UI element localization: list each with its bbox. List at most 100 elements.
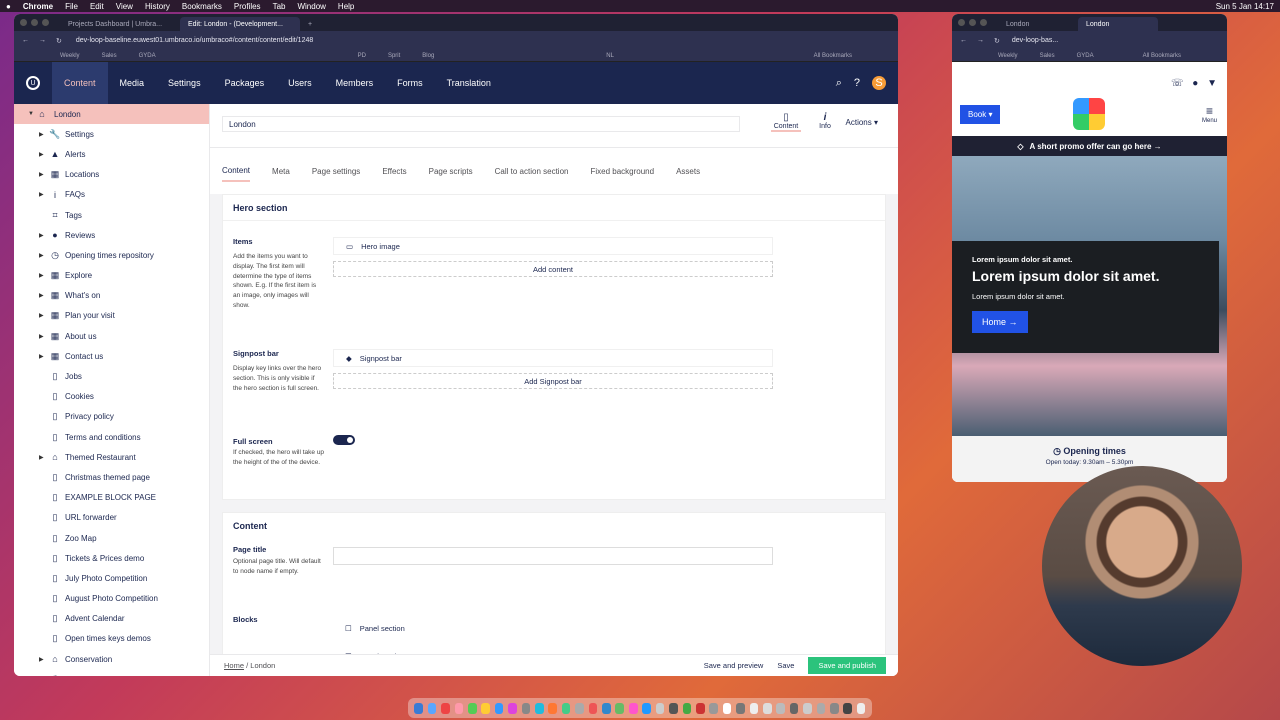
- preview-tab-1[interactable]: London: [998, 17, 1078, 31]
- tree-node-contact-us[interactable]: ▶ ▦ Contact us: [14, 346, 209, 366]
- tree-node-tags[interactable]: ⌗ Tags: [14, 205, 209, 225]
- dock-app-icon[interactable]: [615, 702, 625, 714]
- menu-file[interactable]: File: [65, 2, 78, 11]
- tree-node-tickets-prices-demo[interactable]: ▯ Tickets & Prices demo: [14, 548, 209, 568]
- search-icon[interactable]: ⌕: [836, 77, 842, 90]
- expand-arrow-icon[interactable]: ▶: [39, 252, 44, 259]
- dock-app-icon[interactable]: [602, 702, 611, 714]
- menubar-clock[interactable]: Sun 5 Jan 14:17: [1216, 2, 1274, 11]
- tree-node-example-block-page[interactable]: ▯ EXAMPLE BLOCK PAGE: [14, 488, 209, 508]
- expand-arrow-icon[interactable]: ▼: [28, 111, 34, 117]
- tree-node-jobs[interactable]: ▯ Jobs: [14, 366, 209, 386]
- hero-home-button[interactable]: Home →: [972, 311, 1028, 333]
- tree-node-august-photo-competition[interactable]: ▯ August Photo Competition: [14, 589, 209, 609]
- tree-node-themed-restaurant[interactable]: ▶ ⌂ Themed Restaurant: [14, 447, 209, 467]
- panel-section-block[interactable]: ☐ Panel section: [333, 619, 773, 637]
- dock-app-icon[interactable]: [829, 702, 839, 714]
- menu-bookmarks[interactable]: Bookmarks: [182, 2, 222, 11]
- tree-node-july-photo-competition[interactable]: ▯ July Photo Competition: [14, 568, 209, 588]
- expand-arrow-icon[interactable]: ▶: [39, 191, 44, 198]
- tree-node-what-s-on[interactable]: ▶ ▦ What's on: [14, 286, 209, 306]
- tree-node-terms-and-conditions[interactable]: ▯ Terms and conditions: [14, 427, 209, 447]
- preview-tab-2[interactable]: London: [1078, 17, 1158, 31]
- tree-node-alerts[interactable]: ▶ ▲ Alerts: [14, 144, 209, 164]
- dock-app-icon[interactable]: [468, 702, 477, 714]
- dock-app-icon[interactable]: [414, 702, 424, 714]
- bookmark-all[interactable]: All Bookmarks: [814, 53, 852, 59]
- tree-node-reviews[interactable]: ▶ ● Reviews: [14, 225, 209, 245]
- tree-node-url-forwarder[interactable]: ▯ URL forwarder: [14, 508, 209, 528]
- preview-url-field[interactable]: dev-loop-bas...: [1012, 37, 1058, 44]
- forward-icon[interactable]: →: [977, 37, 984, 44]
- expand-arrow-icon[interactable]: ▶: [39, 333, 44, 340]
- phone-icon[interactable]: ☏: [1171, 78, 1184, 89]
- tree-node-settings[interactable]: ▶ 🔧 Settings: [14, 124, 209, 144]
- section-media[interactable]: Media: [108, 62, 157, 104]
- bookmark-sales[interactable]: Sales: [102, 53, 117, 59]
- tree-node-privacy-policy[interactable]: ▯ Privacy policy: [14, 407, 209, 427]
- dock-app-icon[interactable]: [776, 702, 785, 714]
- section-settings[interactable]: Settings: [156, 62, 213, 104]
- forward-icon[interactable]: →: [39, 37, 46, 44]
- dock-app-icon[interactable]: [816, 702, 826, 714]
- reload-icon[interactable]: ↻: [994, 37, 1000, 45]
- bookmark-nl[interactable]: NL: [606, 53, 614, 59]
- tree-node-explore[interactable]: ▶ ▦ Explore: [14, 266, 209, 286]
- expand-arrow-icon[interactable]: ▶: [39, 151, 44, 158]
- menu-button[interactable]: ≡ Menu: [1202, 104, 1217, 124]
- bookmark-sales[interactable]: Sales: [1040, 53, 1055, 59]
- account-icon[interactable]: ●: [1192, 78, 1198, 89]
- expand-arrow-icon[interactable]: ▶: [39, 232, 44, 239]
- tree-node-advent-calendar[interactable]: ▯ Advent Calendar: [14, 609, 209, 629]
- bookmark-sprit[interactable]: Sprit: [388, 53, 400, 59]
- browser-tab-projects[interactable]: Projects Dashboard | Umbra...: [60, 17, 180, 31]
- tab-call-to-action-section[interactable]: Call to action section: [495, 160, 569, 182]
- dock-app-icon[interactable]: [695, 702, 705, 714]
- tree-node-zoo-map[interactable]: ▯ Zoo Map: [14, 528, 209, 548]
- section-members[interactable]: Members: [324, 62, 386, 104]
- bookmark-gyda[interactable]: GYDA: [1077, 53, 1094, 59]
- section-content[interactable]: Content: [52, 62, 108, 104]
- tab-page-settings[interactable]: Page settings: [312, 160, 360, 182]
- dock-app-icon[interactable]: [803, 702, 812, 714]
- apple-icon[interactable]: ●: [6, 2, 11, 11]
- add-content-button[interactable]: Add content: [333, 261, 773, 277]
- back-icon[interactable]: ←: [960, 37, 967, 44]
- expand-arrow-icon[interactable]: ▶: [39, 656, 44, 663]
- tree-node-london[interactable]: ▼ ⌂ London: [14, 104, 209, 125]
- expand-arrow-icon[interactable]: ▶: [39, 353, 44, 360]
- tab-page-scripts[interactable]: Page scripts: [429, 160, 473, 182]
- expand-arrow-icon[interactable]: ▶: [39, 312, 44, 319]
- bookmark-all[interactable]: All Bookmarks: [1143, 53, 1181, 59]
- dock-app-icon[interactable]: [548, 702, 558, 714]
- expand-arrow-icon[interactable]: ▶: [39, 292, 44, 299]
- dock-app-icon[interactable]: [561, 702, 571, 714]
- back-icon[interactable]: ←: [22, 37, 29, 44]
- dock-app-icon[interactable]: [856, 702, 866, 714]
- new-tab-button[interactable]: +: [300, 17, 320, 31]
- menu-tab[interactable]: Tab: [273, 2, 286, 11]
- promo-banner[interactable]: ◇ A short promo offer can go here →: [952, 136, 1227, 156]
- section-translation[interactable]: Translation: [435, 62, 503, 104]
- dock-app-icon[interactable]: [521, 702, 531, 714]
- tree-node-about-us[interactable]: ▶ ▦ About us: [14, 326, 209, 346]
- tree-node-conservation[interactable]: ▶ ⌂ Conservation: [14, 649, 209, 669]
- tree-node-christmas-themed-page[interactable]: ▯ Christmas themed page: [14, 467, 209, 487]
- tab-content[interactable]: Content: [222, 160, 251, 182]
- dock-app-icon[interactable]: [427, 702, 437, 714]
- tab-effects[interactable]: Effects: [382, 160, 406, 182]
- dock-app-icon[interactable]: [789, 702, 799, 714]
- dock-app-icon[interactable]: [762, 702, 772, 714]
- tree-node-open-times-keys-demos[interactable]: ▯ Open times keys demos: [14, 629, 209, 649]
- tab-assets[interactable]: Assets: [676, 160, 700, 182]
- dock-app-icon[interactable]: [669, 702, 678, 714]
- app-content-button[interactable]: ▯ Content: [771, 112, 801, 132]
- tree-node-plan-your-visit[interactable]: ▶ ▦ Plan your visit: [14, 306, 209, 326]
- section-users[interactable]: Users: [276, 62, 324, 104]
- basket-icon[interactable]: ▼: [1207, 78, 1217, 89]
- page-title-input[interactable]: [333, 547, 773, 565]
- dock-app-icon[interactable]: [682, 702, 692, 714]
- dock-app-icon[interactable]: [655, 702, 665, 714]
- reload-icon[interactable]: ↻: [56, 37, 62, 45]
- tree-node-locations[interactable]: ▶ ▦ Locations: [14, 165, 209, 185]
